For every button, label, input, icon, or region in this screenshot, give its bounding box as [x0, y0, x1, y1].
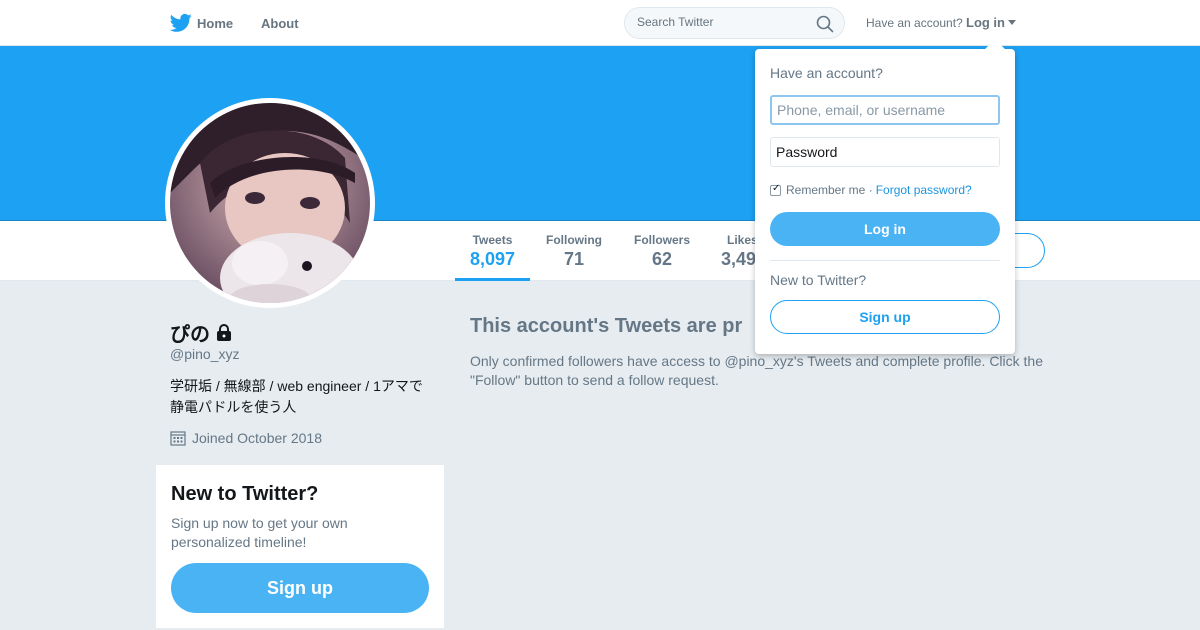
profile-name-text: ぴの	[170, 324, 210, 346]
new-to-twitter-text: Sign up now to get your own personalized…	[171, 515, 348, 550]
login-button[interactable]: Log in	[770, 212, 1000, 246]
twitter-bird-icon	[170, 13, 192, 32]
nav-home-label: Home	[197, 15, 234, 31]
login-link-label: Log in	[966, 15, 1005, 30]
protected-text: Only confirmed followers have access to …	[470, 353, 1043, 388]
have-account-label: Have an account?	[866, 16, 963, 30]
stat-value: 62	[651, 249, 673, 269]
login-dropdown-toggle[interactable]: Log in	[966, 15, 1016, 30]
stat-label: Followers	[633, 233, 690, 247]
dropdown-new-label: New to Twitter?	[770, 272, 867, 288]
stat-value: 71	[563, 249, 585, 269]
stat-followers[interactable]: Followers 62	[628, 233, 696, 270]
new-to-twitter-card: New to Twitter? Sign up now to get your …	[156, 465, 444, 628]
dropdown-divider	[770, 260, 1000, 261]
bio-line: 学研垢 / 無線部 / web engineer / 1アマで	[170, 378, 423, 394]
stat-value: 8,097	[469, 249, 516, 269]
signup-button[interactable]: Sign up	[171, 563, 429, 613]
password-field[interactable]	[770, 137, 1000, 167]
login-dropdown: Have an account? Remember me · Forgot pa…	[755, 39, 1015, 354]
remember-me-checkbox[interactable]	[770, 183, 781, 196]
profile-bio: 学研垢 / 無線部 / web engineer / 1アマで 静電パドルを使う…	[170, 376, 440, 418]
caret-down-icon	[1008, 20, 1016, 25]
search-icon[interactable]	[816, 15, 834, 33]
avatar[interactable]	[165, 98, 375, 308]
remember-me-label: Remember me ·	[786, 183, 873, 197]
protected-title: This account's Tweets are pr	[470, 315, 743, 337]
stat-following[interactable]: Following 71	[540, 233, 608, 270]
joined-text: Joined October 2018	[192, 430, 322, 446]
stat-label: Following	[546, 233, 602, 247]
profile-name: ぴの	[170, 318, 233, 347]
username-field[interactable]	[770, 95, 1000, 125]
dropdown-signup-button[interactable]: Sign up	[770, 300, 1000, 334]
search-input[interactable]	[637, 15, 807, 29]
nav-home-link[interactable]: Home	[170, 13, 233, 33]
calendar-icon	[170, 431, 186, 446]
stat-label: Tweets	[472, 233, 513, 247]
new-to-twitter-title: New to Twitter?	[171, 483, 319, 505]
lock-icon	[217, 323, 231, 341]
forgot-password-link[interactable]: Forgot password?	[876, 183, 972, 197]
bio-line: 静電パドルを使う人	[170, 399, 297, 415]
search-box	[624, 7, 845, 39]
joined-date: Joined October 2018	[170, 430, 322, 446]
nav-about-link[interactable]: About	[261, 16, 299, 31]
avatar-image	[170, 103, 370, 303]
dropdown-title: Have an account?	[770, 65, 883, 81]
active-tab-underline	[455, 278, 530, 281]
stat-tweets[interactable]: Tweets 8,097	[455, 233, 530, 270]
profile-handle[interactable]: @pino_xyz	[170, 346, 239, 362]
top-nav: Home About Have an account? Log in	[0, 0, 1200, 46]
remember-me-row: Remember me · Forgot password?	[770, 183, 972, 197]
